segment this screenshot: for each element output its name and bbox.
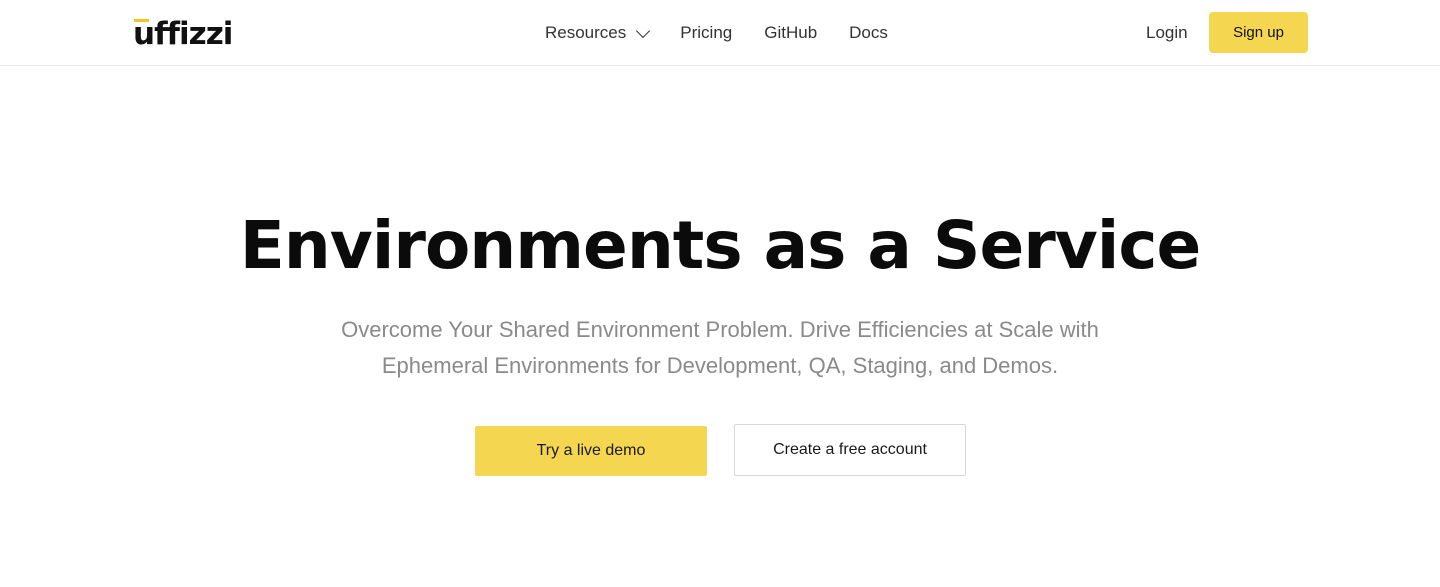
chevron-down-icon [636, 23, 651, 39]
hero-subtitle-line-2: Ephemeral Environments for Development, … [381, 353, 1059, 378]
hero-subtitle: Overcome Your Shared Environment Problem… [300, 312, 1140, 384]
hero-title: Environments as a Service [239, 207, 1202, 284]
site-header: uffizzi Resources Pricing GitHub Docs Lo… [0, 0, 1440, 66]
login-link[interactable]: Login [1146, 22, 1188, 44]
main-nav: Resources Pricing GitHub Docs [545, 22, 888, 44]
try-live-demo-button[interactable]: Try a live demo [475, 426, 707, 476]
nav-item-resources[interactable]: Resources [545, 22, 651, 44]
nav-item-github-label: GitHub [764, 23, 818, 42]
create-free-account-button[interactable]: Create a free account [734, 424, 966, 476]
sign-up-button[interactable]: Sign up [1209, 12, 1308, 53]
nav-item-resources-label: Resources [545, 23, 627, 42]
uffizzi-logo[interactable]: uffizzi [133, 10, 233, 52]
nav-item-docs-label: Docs [849, 23, 888, 42]
nav-item-github[interactable]: GitHub [764, 22, 817, 44]
nav-item-docs[interactable]: Docs [849, 22, 888, 44]
hero-subtitle-line-1: Overcome Your Shared Environment Problem… [341, 317, 1099, 342]
nav-item-pricing-label: Pricing [680, 23, 733, 42]
logo-text: uffizzi [133, 16, 233, 52]
logo-accent-bar [134, 19, 149, 22]
nav-item-pricing[interactable]: Pricing [680, 22, 732, 44]
